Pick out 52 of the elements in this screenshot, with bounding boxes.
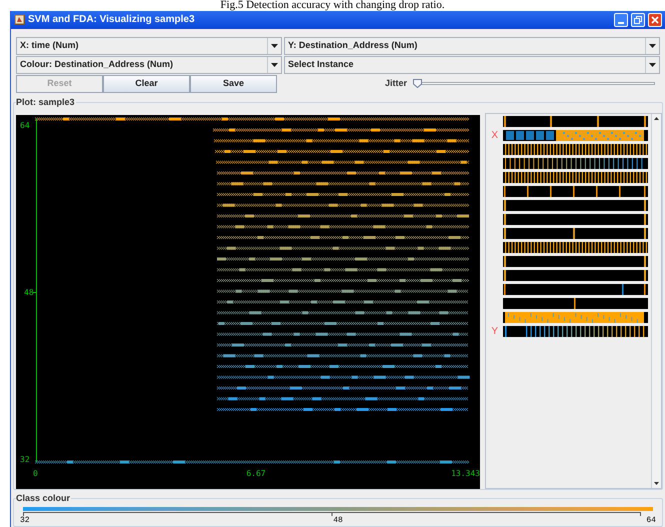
attribute-strip[interactable] [503,172,648,183]
app-icon [14,14,25,26]
jitter-slider[interactable] [413,80,655,88]
axis-tick-label: 48 [24,288,34,297]
attribute-strip[interactable] [503,130,648,141]
attribute-strip[interactable] [503,186,648,197]
scale-tick-label: 48 [333,516,343,526]
axis-tick-label: 13.343 [451,468,480,478]
axis-tick-label: 6.67 [246,468,266,478]
axis-tick-label: 64 [20,120,30,130]
axis-marker: Y [490,326,500,337]
slider-thumb[interactable] [413,79,422,88]
panel-title: Class colour [16,492,72,504]
scale-tick-label: 32 [20,516,30,526]
attribute-strip[interactable] [503,158,648,169]
jitter-label: Jitter [384,77,407,90]
dropdown[interactable]: Y: Destination_Address (Num) [284,36,660,55]
caret-icon [649,44,656,48]
plot-title: Plot: sample3 [16,96,76,108]
restore-icon [634,16,642,24]
dropdown[interactable]: Select Instance [284,56,660,74]
axis-tick-label: 32 [20,454,30,464]
attribute-strip[interactable] [503,270,648,281]
attribute-strip[interactable] [503,214,648,225]
attribute-strip[interactable] [503,312,648,323]
minimize-button[interactable] [614,12,628,27]
axis-tick-label: 0 [33,468,38,478]
attribute-strip[interactable] [503,116,648,127]
attribute-strip[interactable] [503,228,648,239]
attribute-strip[interactable] [503,200,648,211]
attribute-strip[interactable] [503,144,648,155]
window-title: SVM and FDA: Visualizing sample3 [28,13,196,28]
close-icon [651,16,659,24]
figure-caption: Fig.5 Detection accuracy with changing drop ratio. [220,0,445,11]
axis-marker: X [490,130,500,141]
close-button[interactable] [648,12,662,27]
toolbar-button[interactable]: Clear [103,74,190,93]
caret-icon [271,62,278,67]
scale-tick-label: 64 [646,516,656,526]
attribute-strip[interactable] [503,326,648,337]
attribute-strip[interactable] [503,242,648,253]
scrollbar[interactable] [650,114,661,488]
restore-button[interactable] [631,12,645,27]
caret-icon [649,62,656,67]
toolbar-button[interactable]: Save [190,74,277,93]
dropdown[interactable]: Colour: Destination_Address (Num) [16,56,282,74]
minimize-icon [618,22,624,24]
attribute-strip[interactable] [503,298,648,309]
attribute-strip[interactable] [503,256,648,267]
attribute-strip[interactable] [503,284,648,295]
dropdown[interactable]: X: time (Num) [16,36,282,55]
caret-icon [271,44,278,48]
